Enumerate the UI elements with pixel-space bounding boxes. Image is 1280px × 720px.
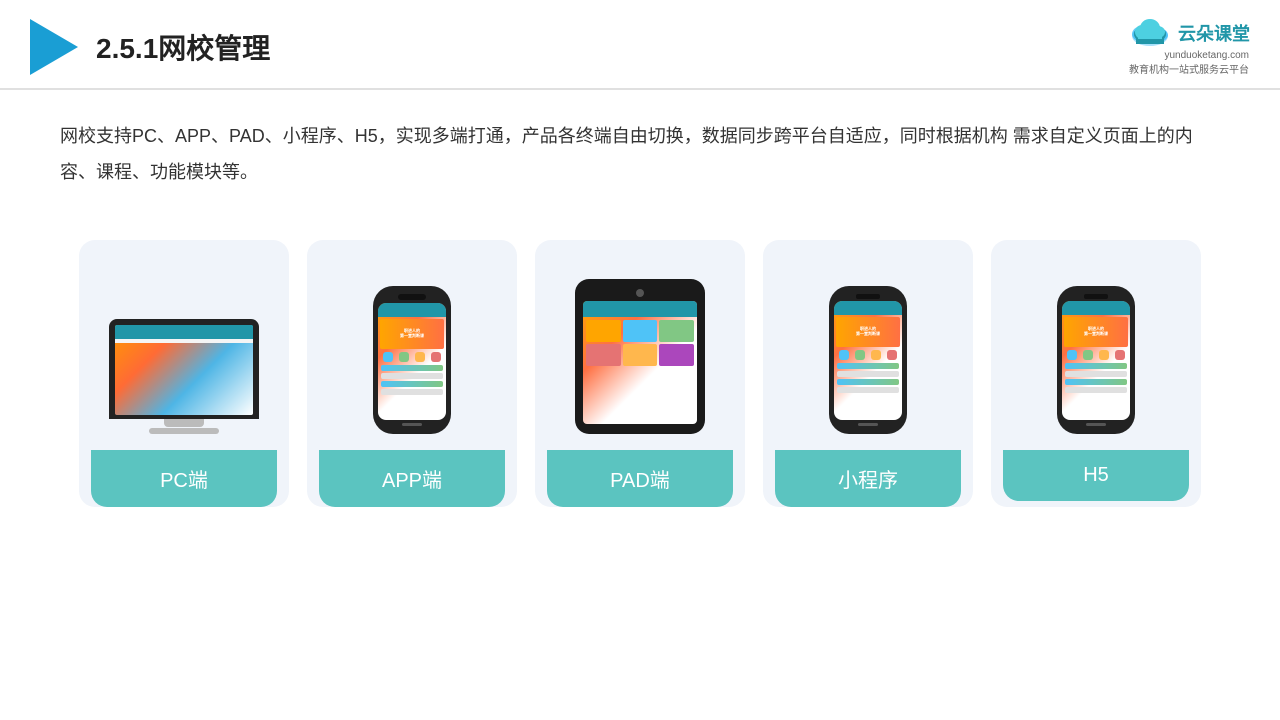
app-icon-1 — [383, 352, 393, 362]
h5-row-3 — [1065, 379, 1127, 385]
h5-image-area: 职进人的第一堂判断课 — [1003, 264, 1189, 434]
mini-row-3 — [837, 379, 899, 385]
miniprogram-card: 职进人的第一堂判断课 — [763, 240, 973, 507]
mini-row-1 — [837, 363, 899, 369]
h5-content-rows — [1064, 363, 1128, 393]
pad-label: PAD端 — [547, 450, 733, 507]
brand-logo: 云朵课堂 — [1128, 18, 1250, 48]
header: 2.5.1网校管理 云朵课堂 yunduoketang.com 教育机构一站式服… — [0, 0, 1280, 90]
app-card: 职进人的第一堂判断课 — [307, 240, 517, 507]
cloud-svg-icon — [1128, 18, 1172, 48]
pc-label: PC端 — [91, 450, 277, 507]
pc-body — [115, 339, 253, 343]
h5-phone-outer: 职进人的第一堂判断课 — [1057, 286, 1135, 434]
cards-container: PC端 职进人的第一堂判断课 — [0, 210, 1280, 527]
tablet-outer — [575, 279, 705, 434]
h5-phone-mockup: 职进人的第一堂判断课 — [1057, 286, 1135, 434]
pc-base — [149, 428, 219, 434]
pad-image-area — [547, 264, 733, 434]
h5-row-4 — [1065, 387, 1127, 393]
tablet-screen — [583, 301, 697, 424]
page-title: 2.5.1网校管理 — [96, 27, 270, 67]
app-icon-4 — [431, 352, 441, 362]
h5-row-1 — [1065, 363, 1127, 369]
tablet-screen-body — [583, 317, 697, 369]
tablet-card-5 — [623, 344, 658, 366]
header-right: 云朵课堂 yunduoketang.com 教育机构一站式服务云平台 — [1128, 18, 1250, 76]
mini-row-2 — [837, 371, 899, 377]
app-icons-row — [380, 351, 444, 363]
header-left: 2.5.1网校管理 — [30, 19, 270, 75]
app-content-rows — [380, 365, 444, 395]
miniprogram-phone-home — [858, 423, 878, 426]
app-image-area: 职进人的第一堂判断课 — [319, 264, 505, 434]
miniprogram-phone-screen: 职进人的第一堂判断课 — [834, 301, 902, 420]
mini-icon-4 — [887, 350, 897, 360]
pc-screen-outer — [109, 319, 259, 419]
tablet-card-1 — [586, 320, 621, 342]
app-icon-2 — [399, 352, 409, 362]
brand-tagline: yunduoketang.com 教育机构一站式服务云平台 — [1129, 50, 1249, 76]
description-text: 网校支持PC、APP、PAD、小程序、H5，实现多端打通，产品各终端自由切换，数… — [0, 90, 1280, 200]
miniprogram-image-area: 职进人的第一堂判断课 — [775, 264, 961, 434]
pc-image-area — [91, 264, 277, 434]
pc-mockup — [109, 319, 259, 434]
miniprogram-screen-body: 职进人的第一堂判断课 — [834, 315, 902, 395]
app-row-3 — [381, 381, 443, 387]
tablet-home — [636, 289, 644, 297]
h5-phone-screen: 职进人的第一堂判断课 — [1062, 301, 1130, 420]
pc-topbar — [115, 325, 253, 339]
app-banner: 职进人的第一堂判断课 — [380, 319, 444, 349]
h5-screen-body: 职进人的第一堂判断课 — [1062, 315, 1130, 395]
pc-stand — [164, 419, 204, 427]
miniprogram-label: 小程序 — [775, 450, 961, 507]
h5-card: 职进人的第一堂判断课 — [991, 240, 1201, 507]
h5-banner: 职进人的第一堂判断课 — [1064, 317, 1128, 347]
h5-notch — [1084, 294, 1108, 299]
tablet-card-3 — [659, 320, 694, 342]
app-phone-outer: 职进人的第一堂判断课 — [373, 286, 451, 434]
miniprogram-icons-row — [836, 349, 900, 361]
miniprogram-screen-top — [834, 301, 902, 315]
h5-label: H5 — [1003, 450, 1189, 501]
tablet-card-6 — [659, 344, 694, 366]
mini-row-4 — [837, 387, 899, 393]
h5-icon-2 — [1083, 350, 1093, 360]
h5-icon-4 — [1115, 350, 1125, 360]
app-phone-mockup: 职进人的第一堂判断课 — [373, 286, 451, 434]
tablet-mockup — [575, 279, 705, 434]
app-phone-screen: 职进人的第一堂判断课 — [378, 303, 446, 420]
miniprogram-banner: 职进人的第一堂判断课 — [836, 317, 900, 347]
app-phone-home — [402, 423, 422, 426]
miniprogram-phone-outer: 职进人的第一堂判断课 — [829, 286, 907, 434]
h5-icons-row — [1064, 349, 1128, 361]
app-screen-body: 职进人的第一堂判断课 — [378, 317, 446, 397]
mini-icon-1 — [839, 350, 849, 360]
pc-card: PC端 — [79, 240, 289, 507]
h5-row-2 — [1065, 371, 1127, 377]
pc-screen — [115, 325, 253, 415]
app-icon-3 — [415, 352, 425, 362]
miniprogram-content-rows — [836, 363, 900, 393]
miniprogram-phone-mockup: 职进人的第一堂判断课 — [829, 286, 907, 434]
mini-icon-3 — [871, 350, 881, 360]
app-row-2 — [381, 373, 443, 379]
tablet-screen-top — [583, 301, 697, 317]
tablet-card-4 — [586, 344, 621, 366]
app-row-1 — [381, 365, 443, 371]
app-phone-notch — [398, 294, 426, 300]
app-screen-top — [378, 303, 446, 317]
logo-icon — [30, 19, 78, 75]
h5-icon-3 — [1099, 350, 1109, 360]
h5-phone-home — [1086, 423, 1106, 426]
tablet-card-2 — [623, 320, 658, 342]
brand-name: 云朵课堂 — [1178, 20, 1250, 46]
h5-icon-1 — [1067, 350, 1077, 360]
app-label: APP端 — [319, 450, 505, 507]
h5-screen-top — [1062, 301, 1130, 315]
app-row-4 — [381, 389, 443, 395]
mini-icon-2 — [855, 350, 865, 360]
miniprogram-notch — [856, 294, 880, 299]
pad-card: PAD端 — [535, 240, 745, 507]
